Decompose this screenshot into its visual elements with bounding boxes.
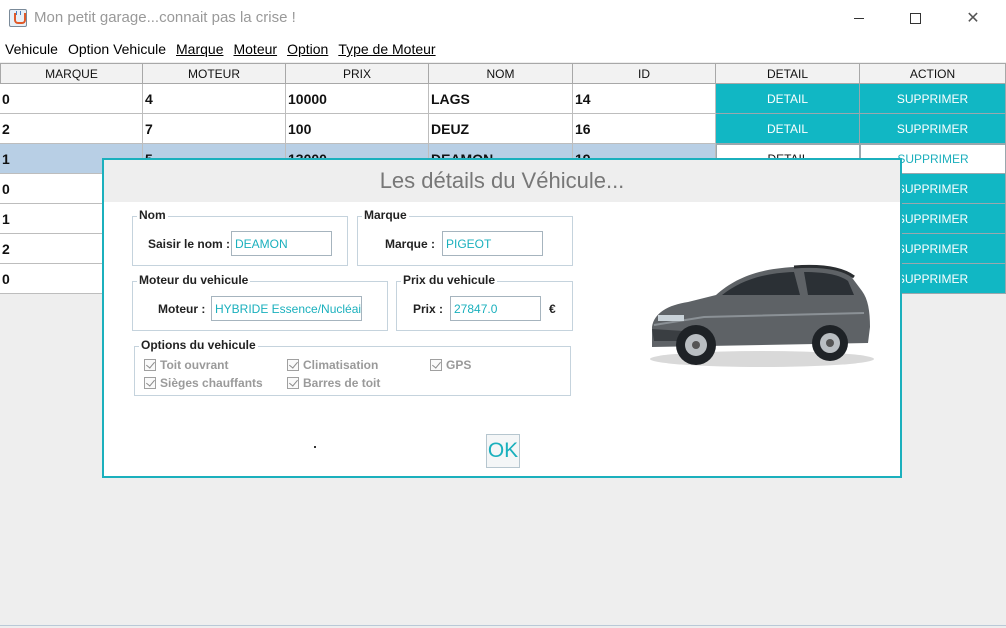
bottom-border — [0, 625, 1006, 626]
group-marque: Marque Marque : PIGEOT — [357, 208, 573, 266]
menu-moteur[interactable]: Moteur — [233, 41, 277, 57]
table-row[interactable]: 0 4 10000 LAGS 14 DETAIL SUPPRIMER — [0, 84, 1006, 114]
detail-button[interactable]: DETAIL — [716, 84, 860, 114]
prix-label: Prix : — [413, 302, 444, 316]
table-header: MARQUE MOTEUR PRIX NOM ID DETAIL ACTION — [0, 63, 1006, 84]
cell-marque: 0 — [0, 84, 143, 114]
detail-button[interactable]: DETAIL — [716, 114, 860, 144]
checkbox-icon — [430, 359, 442, 371]
car-icon — [650, 264, 874, 367]
cell-id: 14 — [573, 84, 716, 114]
cell-marque: 2 — [0, 114, 143, 144]
checkbox-toit-ouvrant[interactable]: Toit ouvrant — [144, 358, 228, 372]
dot-marker: . — [314, 446, 316, 448]
prix-input[interactable]: 27847.0 — [450, 296, 541, 321]
checkbox-label: Barres de toit — [303, 376, 381, 390]
col-header-id[interactable]: ID — [573, 63, 716, 84]
cell-nom: LAGS — [429, 84, 573, 114]
menu-label: Type de Moteur — [338, 41, 436, 57]
dialog-title: Les détails du Véhicule... — [379, 168, 625, 193]
minimize-icon — [854, 17, 864, 19]
menu-label: Vehicule — [5, 41, 58, 57]
group-marque-legend: Marque — [362, 208, 409, 222]
marque-label: Marque : — [385, 237, 436, 251]
checkbox-icon — [144, 359, 156, 371]
marque-input[interactable]: PIGEOT — [442, 231, 543, 256]
menu-label: Moteur — [233, 41, 278, 57]
cell-id: 16 — [573, 114, 716, 144]
window-title: Mon petit garage...connait pas la crise … — [34, 9, 296, 26]
close-icon: ✕ — [966, 10, 980, 27]
supprimer-button[interactable]: SUPPRIMER — [860, 114, 1006, 144]
moteur-input[interactable]: HYBRIDE Essence/Nucléaire — [211, 296, 362, 321]
checkbox-icon — [287, 377, 299, 389]
euro-currency: € — [549, 302, 556, 316]
checkbox-label: GPS — [446, 358, 472, 372]
maximize-icon — [909, 12, 921, 24]
checkbox-label: Climatisation — [303, 358, 379, 372]
title-bar: Mon petit garage...connait pas la crise … — [0, 0, 1006, 36]
menu-label: Option — [287, 41, 329, 57]
col-header-marque[interactable]: MARQUE — [0, 63, 143, 84]
vehicle-detail-dialog: Les détails du Véhicule... Nom Saisir le… — [102, 158, 902, 478]
group-nom: Nom Saisir le nom : DEAMON — [132, 208, 348, 266]
checkbox-sieges-chauffants[interactable]: Sièges chauffants — [144, 376, 263, 390]
checkbox-gps[interactable]: GPS — [430, 358, 471, 372]
checkbox-label: Sièges chauffants — [160, 376, 263, 390]
menu-vehicule[interactable]: Vehicule — [5, 41, 58, 57]
menu-label: Option Vehicule — [67, 41, 167, 57]
java-app-icon — [9, 9, 27, 27]
col-header-prix[interactable]: PRIX — [286, 63, 429, 84]
checkbox-label: Toit ouvrant — [160, 358, 229, 372]
cell-moteur: 4 — [143, 84, 286, 114]
col-header-action[interactable]: ACTION — [860, 63, 1006, 84]
menu-option-vehicule[interactable]: Option Vehicule — [68, 41, 166, 57]
group-prix-legend: Prix du vehicule — [401, 273, 498, 287]
moteur-label: Moteur : — [158, 302, 206, 316]
checkbox-icon — [287, 359, 299, 371]
menu-label: Marque — [176, 41, 224, 57]
maximize-button[interactable] — [892, 6, 938, 30]
cell-prix: 10000 — [286, 84, 429, 114]
group-moteur: Moteur du vehicule Moteur : HYBRIDE Esse… — [132, 273, 388, 331]
menu-marque[interactable]: Marque — [176, 41, 223, 57]
group-nom-legend: Nom — [137, 208, 168, 222]
supprimer-button[interactable]: SUPPRIMER — [860, 84, 1006, 114]
menu-option[interactable]: Option — [287, 41, 328, 57]
col-header-moteur[interactable]: MOTEUR — [143, 63, 286, 84]
menu-bar: Vehicule Option Vehicule Marque Moteur O… — [0, 36, 1006, 62]
col-header-detail[interactable]: DETAIL — [716, 63, 860, 84]
close-button[interactable]: ✕ — [950, 6, 996, 30]
cell-prix: 100 — [286, 114, 429, 144]
group-moteur-legend: Moteur du vehicule — [137, 273, 251, 287]
table-row[interactable]: 2 7 100 DEUZ 16 DETAIL SUPPRIMER — [0, 114, 1006, 144]
checkbox-barres-de-toit[interactable]: Barres de toit — [287, 376, 380, 390]
nom-label: Saisir le nom : — [148, 237, 231, 251]
checkbox-climatisation[interactable]: Climatisation — [287, 358, 378, 372]
col-header-nom[interactable]: NOM — [429, 63, 573, 84]
menu-type-de-moteur[interactable]: Type de Moteur — [338, 41, 435, 57]
group-options: Options du vehicule Toit ouvrant Climati… — [134, 338, 571, 396]
nom-input[interactable]: DEAMON — [231, 231, 332, 256]
minimize-button[interactable] — [836, 6, 882, 30]
group-options-legend: Options du vehicule — [139, 338, 258, 352]
cell-moteur: 7 — [143, 114, 286, 144]
cell-nom: DEUZ — [429, 114, 573, 144]
dialog-header: Les détails du Véhicule... — [104, 160, 900, 202]
checkbox-icon — [144, 377, 156, 389]
ok-button[interactable]: OK — [486, 434, 520, 468]
group-prix: Prix du vehicule Prix : 27847.0 € — [396, 273, 573, 331]
